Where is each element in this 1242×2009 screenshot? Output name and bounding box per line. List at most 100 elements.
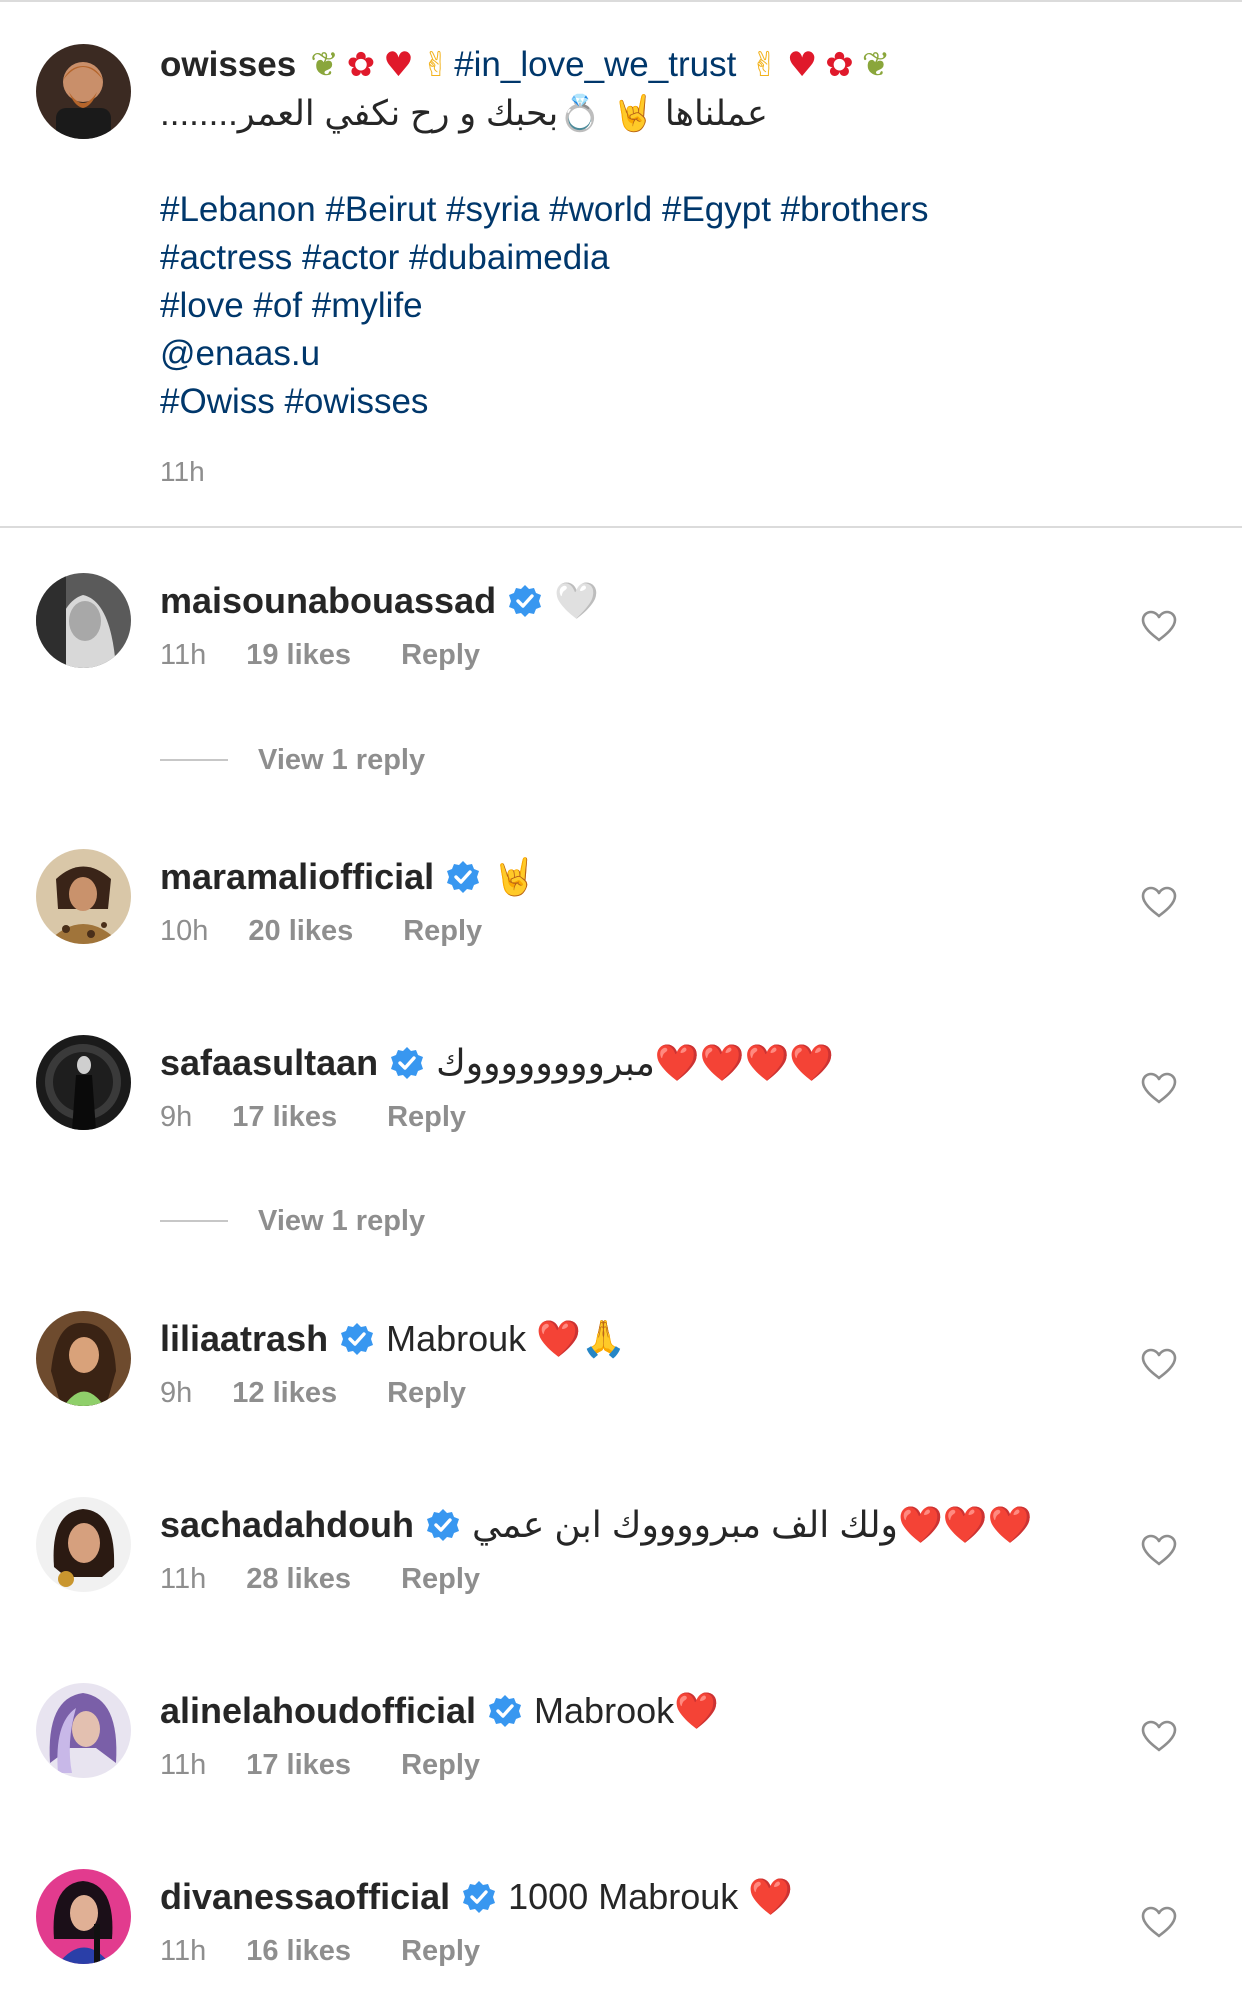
comment-username[interactable]: sachadahdouh: [160, 1504, 414, 1546]
avatar[interactable]: [36, 573, 131, 668]
hashtag-in-love-we-trust[interactable]: #in_love_we_trust: [454, 40, 736, 90]
reply-button[interactable]: Reply: [387, 1377, 466, 1410]
avatar[interactable]: [36, 1311, 131, 1406]
post-author-username[interactable]: owisses: [160, 40, 296, 90]
view-replies-button[interactable]: View 1 reply: [160, 740, 425, 780]
caption-tags-line[interactable]: #love #of #mylife: [160, 282, 1220, 330]
comment-text: Mabrouk ❤️🙏: [386, 1318, 626, 1359]
comment-time: 11h: [160, 1562, 207, 1595]
comment-meta: 11h 28 likes Reply: [160, 1559, 480, 1599]
heart-outline-icon[interactable]: [1140, 1719, 1178, 1753]
comment-header: maisounabouassad 🤍: [160, 573, 599, 629]
view-replies-label: View 1 reply: [258, 743, 426, 776]
avatar[interactable]: [36, 1683, 131, 1778]
reply-button[interactable]: Reply: [401, 1935, 480, 1968]
caption-divider: [0, 526, 1242, 528]
wheat-icon: ❦: [310, 45, 339, 85]
comment-time: 9h: [160, 1100, 193, 1133]
comment-meta: 9h 12 likes Reply: [160, 1373, 466, 1413]
comment-header: sachadahdouh ولك الف مبرووووك ابن عمي❤️❤…: [160, 1497, 1032, 1553]
reply-button[interactable]: Reply: [403, 915, 482, 948]
comment-meta: 11h 17 likes Reply: [160, 1745, 480, 1785]
comment-time: 11h: [160, 638, 207, 671]
comment-header: maramaliofficial 🤘: [160, 849, 537, 905]
view-replies-dash: [160, 759, 228, 761]
comment-header: liliaatrash Mabrouk ❤️🙏: [160, 1311, 626, 1367]
caption-mention-line[interactable]: @enaas.u: [160, 330, 1220, 378]
comment-username[interactable]: safaasultaan: [160, 1042, 378, 1084]
caption-tags-line[interactable]: #actress #actor #dubaimedia: [160, 234, 1220, 282]
reply-button[interactable]: Reply: [401, 1563, 480, 1596]
comment-likes[interactable]: 20 likes: [248, 915, 353, 948]
reply-button[interactable]: Reply: [401, 1749, 480, 1782]
comment-username[interactable]: liliaatrash: [160, 1318, 328, 1360]
avatar[interactable]: [36, 1497, 131, 1592]
rock-hand-icon: ✌: [750, 45, 779, 85]
post-timestamp: 11h: [160, 456, 205, 487]
heart-outline-icon[interactable]: [1140, 1347, 1178, 1381]
comment-likes[interactable]: 19 likes: [246, 639, 351, 672]
heart-outline-icon[interactable]: [1140, 885, 1178, 919]
avatar[interactable]: [36, 1035, 131, 1130]
view-replies-button[interactable]: View 1 reply: [160, 1201, 425, 1241]
comment-header: alinelahoudofficial Mabrook❤️: [160, 1683, 719, 1739]
comment-meta: 10h 20 likes Reply: [160, 911, 482, 951]
top-divider: [0, 0, 1242, 2]
comment-time: 9h: [160, 1376, 193, 1409]
caption-arabic-text: عملناها 🤘 💍بحبك و رح نكفي العمر........: [160, 94, 768, 133]
comment-text: 🤍: [554, 580, 599, 621]
comment-username[interactable]: maisounabouassad: [160, 580, 496, 622]
comment-item: alinelahoudofficial Mabrook❤️ 11h 17 lik…: [0, 1683, 1242, 1823]
reply-button[interactable]: Reply: [401, 639, 480, 672]
comment-likes[interactable]: 17 likes: [246, 1749, 351, 1782]
comment-likes[interactable]: 16 likes: [246, 1935, 351, 1968]
comment-item: divanessaofficial 1000 Mabrouk ❤️ 11h 16…: [0, 1869, 1242, 2009]
heart-outline-icon[interactable]: [1140, 1533, 1178, 1567]
heart-outline-icon[interactable]: [1140, 609, 1178, 643]
comment-text: Mabrook❤️: [534, 1690, 719, 1731]
comment-likes[interactable]: 17 likes: [232, 1101, 337, 1134]
comment-header: divanessaofficial 1000 Mabrouk ❤️: [160, 1869, 793, 1925]
comment-meta: 11h 19 likes Reply: [160, 635, 480, 675]
heart-outline-icon[interactable]: [1140, 1071, 1178, 1105]
comment-meta: 11h 16 likes Reply: [160, 1931, 480, 1971]
verified-badge-icon: [489, 1695, 522, 1727]
verified-badge-icon: [341, 1323, 374, 1355]
post-caption: owisses ❦ ✿ ♥ ✌ #in_love_we_trust ✌ ♥ ✿ …: [160, 40, 1220, 492]
caption-tags-line[interactable]: #Lebanon #Beirut #syria #world #Egypt #b…: [160, 186, 1220, 234]
view-replies-label: View 1 reply: [258, 1204, 426, 1237]
verified-badge-icon: [463, 1881, 496, 1913]
verified-badge-icon: [391, 1047, 424, 1079]
rose-icon: ✿: [825, 45, 854, 85]
heart-outline-icon[interactable]: [1140, 1905, 1178, 1939]
red-heart-icon: ♥: [786, 45, 818, 85]
comment-time: 11h: [160, 1748, 207, 1781]
comment-text: ولك الف مبرووووك ابن عمي❤️❤️❤️: [472, 1504, 1033, 1545]
verified-badge-icon: [427, 1509, 460, 1541]
post-author-avatar[interactable]: [36, 44, 131, 139]
comment-item: maisounabouassad 🤍 11h 19 likes Reply: [0, 573, 1242, 713]
comment-time: 10h: [160, 914, 209, 947]
caption-tags-line[interactable]: #Owiss #owisses: [160, 378, 1220, 426]
caption-arabic-line: عملناها 🤘 💍بحبك و رح نكفي العمر........: [160, 90, 1220, 138]
avatar[interactable]: [36, 1869, 131, 1964]
comment-likes[interactable]: 28 likes: [246, 1563, 351, 1596]
comment-header: safaasultaan مبرووووووووك❤️❤️❤️❤️: [160, 1035, 834, 1091]
avatar[interactable]: [36, 849, 131, 944]
comment-username[interactable]: maramaliofficial: [160, 856, 434, 898]
comment-likes[interactable]: 12 likes: [232, 1377, 337, 1410]
verified-badge-icon: [509, 585, 542, 617]
comment-item: safaasultaan مبرووووووووك❤️❤️❤️❤️ 9h 17 …: [0, 1035, 1242, 1175]
comment-item: sachadahdouh ولك الف مبرووووك ابن عمي❤️❤…: [0, 1497, 1242, 1637]
view-replies-dash: [160, 1220, 228, 1222]
comment-text: مبرووووووووك❤️❤️❤️❤️: [436, 1042, 835, 1083]
comment-username[interactable]: divanessaofficial: [160, 1876, 450, 1918]
comment-username[interactable]: alinelahoudofficial: [160, 1690, 476, 1732]
comment-item: maramaliofficial 🤘 10h 20 likes Reply: [0, 849, 1242, 989]
comment-item: liliaatrash Mabrouk ❤️🙏 9h 12 likes Repl…: [0, 1311, 1242, 1451]
reply-button[interactable]: Reply: [387, 1101, 466, 1134]
caption-first-line: owisses ❦ ✿ ♥ ✌ #in_love_we_trust ✌ ♥ ✿ …: [160, 40, 1220, 90]
comment-text: 1000 Mabrouk ❤️: [508, 1876, 794, 1917]
wheat-icon: ❦: [861, 45, 891, 85]
comment-time: 11h: [160, 1934, 207, 1967]
